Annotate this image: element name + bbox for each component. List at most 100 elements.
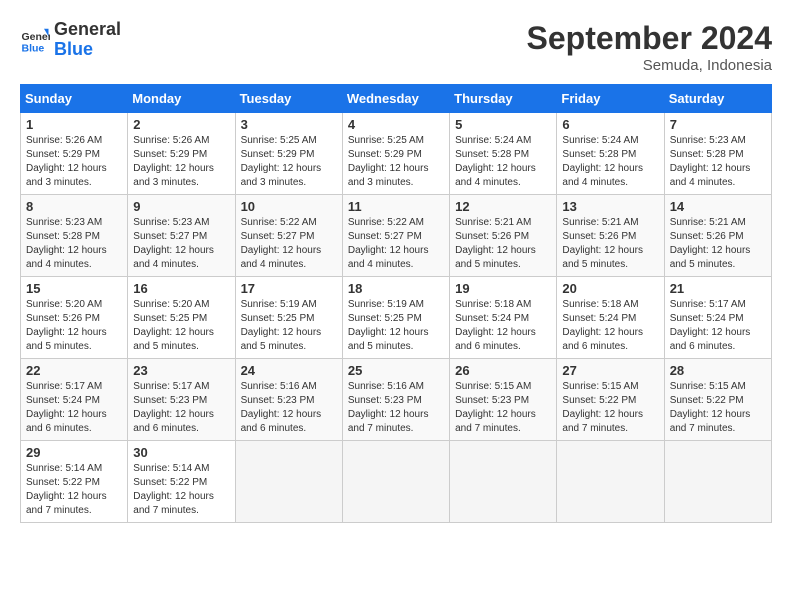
calendar-cell: 22 Sunrise: 5:17 AM Sunset: 5:24 PM Dayl… <box>21 359 128 441</box>
logo: General Blue General Blue <box>20 20 121 60</box>
day-info: Sunrise: 5:21 AM Sunset: 5:26 PM Dayligh… <box>562 216 658 272</box>
day-number: 11 <box>348 199 444 214</box>
day-number: 3 <box>241 117 337 132</box>
logo-blue: Blue <box>54 40 121 60</box>
calendar-week-row: 8 Sunrise: 5:23 AM Sunset: 5:28 PM Dayli… <box>21 195 772 277</box>
day-number: 6 <box>562 117 658 132</box>
day-number: 7 <box>670 117 766 132</box>
calendar-table: Sunday Monday Tuesday Wednesday Thursday… <box>20 84 772 523</box>
day-info: Sunrise: 5:17 AM Sunset: 5:23 PM Dayligh… <box>133 380 229 436</box>
day-number: 8 <box>26 199 122 214</box>
day-number: 29 <box>26 445 122 460</box>
day-info: Sunrise: 5:26 AM Sunset: 5:29 PM Dayligh… <box>26 134 122 190</box>
calendar-cell: 27 Sunrise: 5:15 AM Sunset: 5:22 PM Dayl… <box>557 359 664 441</box>
day-info: Sunrise: 5:24 AM Sunset: 5:28 PM Dayligh… <box>455 134 551 190</box>
calendar-cell <box>557 441 664 523</box>
day-number: 16 <box>133 281 229 296</box>
calendar-week-row: 15 Sunrise: 5:20 AM Sunset: 5:26 PM Dayl… <box>21 277 772 359</box>
title-block: September 2024 Semuda, Indonesia <box>527 20 772 74</box>
calendar-cell: 12 Sunrise: 5:21 AM Sunset: 5:26 PM Dayl… <box>450 195 557 277</box>
day-info: Sunrise: 5:20 AM Sunset: 5:25 PM Dayligh… <box>133 298 229 354</box>
day-number: 27 <box>562 363 658 378</box>
day-number: 2 <box>133 117 229 132</box>
calendar-cell: 20 Sunrise: 5:18 AM Sunset: 5:24 PM Dayl… <box>557 277 664 359</box>
header-monday: Monday <box>128 85 235 113</box>
day-number: 4 <box>348 117 444 132</box>
day-number: 9 <box>133 199 229 214</box>
day-info: Sunrise: 5:14 AM Sunset: 5:22 PM Dayligh… <box>26 462 122 518</box>
svg-text:Blue: Blue <box>22 42 45 54</box>
calendar-week-row: 22 Sunrise: 5:17 AM Sunset: 5:24 PM Dayl… <box>21 359 772 441</box>
calendar-cell: 18 Sunrise: 5:19 AM Sunset: 5:25 PM Dayl… <box>342 277 449 359</box>
calendar-cell: 25 Sunrise: 5:16 AM Sunset: 5:23 PM Dayl… <box>342 359 449 441</box>
day-number: 12 <box>455 199 551 214</box>
day-number: 15 <box>26 281 122 296</box>
day-number: 10 <box>241 199 337 214</box>
logo-icon: General Blue <box>20 25 50 55</box>
day-number: 13 <box>562 199 658 214</box>
calendar-cell: 14 Sunrise: 5:21 AM Sunset: 5:26 PM Dayl… <box>664 195 771 277</box>
day-info: Sunrise: 5:18 AM Sunset: 5:24 PM Dayligh… <box>562 298 658 354</box>
day-info: Sunrise: 5:21 AM Sunset: 5:26 PM Dayligh… <box>670 216 766 272</box>
day-info: Sunrise: 5:15 AM Sunset: 5:22 PM Dayligh… <box>670 380 766 436</box>
location-subtitle: Semuda, Indonesia <box>527 57 772 74</box>
calendar-cell: 26 Sunrise: 5:15 AM Sunset: 5:23 PM Dayl… <box>450 359 557 441</box>
calendar-cell: 8 Sunrise: 5:23 AM Sunset: 5:28 PM Dayli… <box>21 195 128 277</box>
day-info: Sunrise: 5:23 AM Sunset: 5:28 PM Dayligh… <box>26 216 122 272</box>
calendar-cell: 5 Sunrise: 5:24 AM Sunset: 5:28 PM Dayli… <box>450 113 557 195</box>
day-info: Sunrise: 5:25 AM Sunset: 5:29 PM Dayligh… <box>348 134 444 190</box>
page-header: General Blue General Blue September 2024… <box>20 20 772 74</box>
day-info: Sunrise: 5:14 AM Sunset: 5:22 PM Dayligh… <box>133 462 229 518</box>
calendar-cell: 24 Sunrise: 5:16 AM Sunset: 5:23 PM Dayl… <box>235 359 342 441</box>
day-number: 25 <box>348 363 444 378</box>
day-number: 1 <box>26 117 122 132</box>
calendar-week-row: 29 Sunrise: 5:14 AM Sunset: 5:22 PM Dayl… <box>21 441 772 523</box>
day-info: Sunrise: 5:16 AM Sunset: 5:23 PM Dayligh… <box>241 380 337 436</box>
calendar-cell: 10 Sunrise: 5:22 AM Sunset: 5:27 PM Dayl… <box>235 195 342 277</box>
day-info: Sunrise: 5:17 AM Sunset: 5:24 PM Dayligh… <box>26 380 122 436</box>
day-number: 18 <box>348 281 444 296</box>
calendar-cell: 21 Sunrise: 5:17 AM Sunset: 5:24 PM Dayl… <box>664 277 771 359</box>
day-info: Sunrise: 5:20 AM Sunset: 5:26 PM Dayligh… <box>26 298 122 354</box>
calendar-cell: 6 Sunrise: 5:24 AM Sunset: 5:28 PM Dayli… <box>557 113 664 195</box>
calendar-cell: 28 Sunrise: 5:15 AM Sunset: 5:22 PM Dayl… <box>664 359 771 441</box>
day-info: Sunrise: 5:16 AM Sunset: 5:23 PM Dayligh… <box>348 380 444 436</box>
calendar-cell <box>342 441 449 523</box>
header-sunday: Sunday <box>21 85 128 113</box>
day-info: Sunrise: 5:23 AM Sunset: 5:28 PM Dayligh… <box>670 134 766 190</box>
day-number: 23 <box>133 363 229 378</box>
day-info: Sunrise: 5:15 AM Sunset: 5:23 PM Dayligh… <box>455 380 551 436</box>
day-number: 28 <box>670 363 766 378</box>
day-number: 26 <box>455 363 551 378</box>
calendar-cell: 13 Sunrise: 5:21 AM Sunset: 5:26 PM Dayl… <box>557 195 664 277</box>
day-number: 21 <box>670 281 766 296</box>
day-info: Sunrise: 5:19 AM Sunset: 5:25 PM Dayligh… <box>348 298 444 354</box>
svg-text:General: General <box>22 31 51 43</box>
day-number: 30 <box>133 445 229 460</box>
day-info: Sunrise: 5:18 AM Sunset: 5:24 PM Dayligh… <box>455 298 551 354</box>
day-info: Sunrise: 5:23 AM Sunset: 5:27 PM Dayligh… <box>133 216 229 272</box>
day-number: 19 <box>455 281 551 296</box>
calendar-cell: 16 Sunrise: 5:20 AM Sunset: 5:25 PM Dayl… <box>128 277 235 359</box>
calendar-cell: 29 Sunrise: 5:14 AM Sunset: 5:22 PM Dayl… <box>21 441 128 523</box>
day-info: Sunrise: 5:21 AM Sunset: 5:26 PM Dayligh… <box>455 216 551 272</box>
day-info: Sunrise: 5:22 AM Sunset: 5:27 PM Dayligh… <box>348 216 444 272</box>
day-number: 5 <box>455 117 551 132</box>
day-number: 24 <box>241 363 337 378</box>
calendar-cell <box>235 441 342 523</box>
calendar-cell: 3 Sunrise: 5:25 AM Sunset: 5:29 PM Dayli… <box>235 113 342 195</box>
day-info: Sunrise: 5:26 AM Sunset: 5:29 PM Dayligh… <box>133 134 229 190</box>
day-number: 20 <box>562 281 658 296</box>
logo-general: General <box>54 20 121 40</box>
day-info: Sunrise: 5:25 AM Sunset: 5:29 PM Dayligh… <box>241 134 337 190</box>
calendar-cell: 7 Sunrise: 5:23 AM Sunset: 5:28 PM Dayli… <box>664 113 771 195</box>
day-number: 17 <box>241 281 337 296</box>
day-info: Sunrise: 5:17 AM Sunset: 5:24 PM Dayligh… <box>670 298 766 354</box>
calendar-cell: 15 Sunrise: 5:20 AM Sunset: 5:26 PM Dayl… <box>21 277 128 359</box>
header-tuesday: Tuesday <box>235 85 342 113</box>
header-wednesday: Wednesday <box>342 85 449 113</box>
calendar-cell: 2 Sunrise: 5:26 AM Sunset: 5:29 PM Dayli… <box>128 113 235 195</box>
day-number: 14 <box>670 199 766 214</box>
calendar-cell: 1 Sunrise: 5:26 AM Sunset: 5:29 PM Dayli… <box>21 113 128 195</box>
day-info: Sunrise: 5:15 AM Sunset: 5:22 PM Dayligh… <box>562 380 658 436</box>
